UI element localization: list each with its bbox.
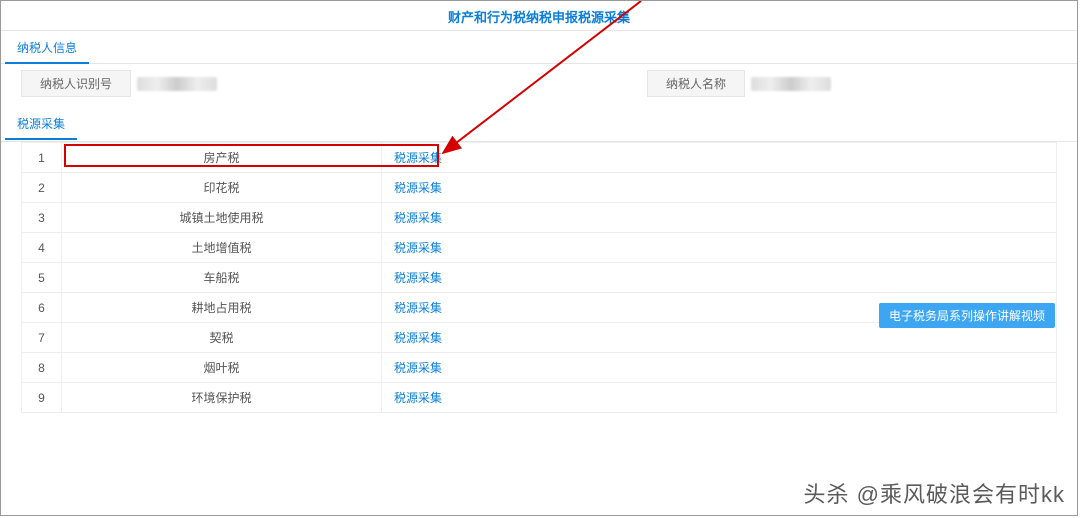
tax-name: 印花税 [62, 173, 382, 203]
action-cell: 税源采集 [382, 383, 1057, 413]
tax-name: 契税 [62, 323, 382, 353]
action-cell: 税源采集 [382, 353, 1057, 383]
tax-name: 环境保护税 [62, 383, 382, 413]
tax-name: 烟叶税 [62, 353, 382, 383]
row-index: 8 [22, 353, 62, 383]
page-title: 财产和行为税纳税申报税源采集 [1, 1, 1077, 31]
tax-name: 房产税 [62, 143, 382, 173]
taxpayer-id-label: 纳税人识别号 [21, 70, 131, 97]
source-collect-link[interactable]: 税源采集 [394, 211, 442, 225]
row-index: 5 [22, 263, 62, 293]
source-collect-link[interactable]: 税源采集 [394, 391, 442, 405]
source-collect-link[interactable]: 税源采集 [394, 271, 442, 285]
row-index: 7 [22, 323, 62, 353]
action-cell: 税源采集 [382, 143, 1057, 173]
action-cell: 税源采集 [382, 173, 1057, 203]
table-row: 8烟叶税税源采集 [22, 353, 1057, 383]
tax-name: 耕地占用税 [62, 293, 382, 323]
action-cell: 税源采集 [382, 233, 1057, 263]
row-index: 6 [22, 293, 62, 323]
tab-source-collect[interactable]: 税源采集 [5, 111, 77, 140]
taxpayer-id-value [137, 77, 217, 91]
source-collect-link[interactable]: 税源采集 [394, 301, 442, 315]
table-row: 9环境保护税税源采集 [22, 383, 1057, 413]
table-row: 1房产税税源采集 [22, 143, 1057, 173]
row-index: 1 [22, 143, 62, 173]
source-collect-link[interactable]: 税源采集 [394, 331, 442, 345]
table-row: 5车船税税源采集 [22, 263, 1057, 293]
source-collect-link[interactable]: 税源采集 [394, 151, 442, 165]
source-collect-link[interactable]: 税源采集 [394, 181, 442, 195]
row-index: 9 [22, 383, 62, 413]
tax-name: 土地增值税 [62, 233, 382, 263]
source-collect-link[interactable]: 税源采集 [394, 241, 442, 255]
action-cell: 税源采集 [382, 263, 1057, 293]
source-collect-link[interactable]: 税源采集 [394, 361, 442, 375]
tax-source-table: 1房产税税源采集2印花税税源采集3城镇土地使用税税源采集4土地增值税税源采集5车… [21, 142, 1057, 413]
taxpayer-name-value [751, 77, 831, 91]
watermark: 头杀 @乘风破浪会有时kk [804, 477, 1065, 509]
table-row: 2印花税税源采集 [22, 173, 1057, 203]
action-cell: 税源采集 [382, 203, 1057, 233]
help-video-button[interactable]: 电子税务局系列操作讲解视频 [879, 303, 1055, 328]
row-index: 2 [22, 173, 62, 203]
row-index: 3 [22, 203, 62, 233]
tab-taxpayer-info[interactable]: 纳税人信息 [5, 35, 89, 64]
tax-name: 车船税 [62, 263, 382, 293]
tax-name: 城镇土地使用税 [62, 203, 382, 233]
row-index: 4 [22, 233, 62, 263]
table-row: 4土地增值税税源采集 [22, 233, 1057, 263]
taxpayer-name-label: 纳税人名称 [647, 70, 745, 97]
table-row: 3城镇土地使用税税源采集 [22, 203, 1057, 233]
